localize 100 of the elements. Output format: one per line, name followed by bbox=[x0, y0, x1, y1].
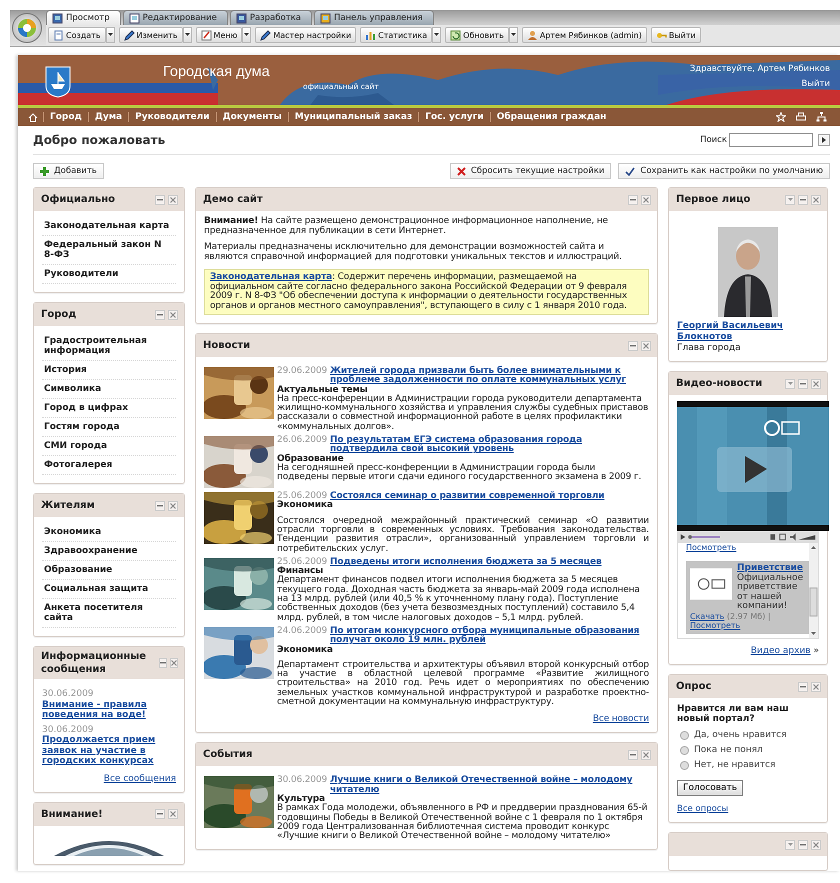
panel-title: Опрос bbox=[676, 680, 712, 694]
menu-link[interactable]: Город в цифрах bbox=[42, 399, 176, 418]
person-name-link[interactable]: Георгий Васильевич Блокнотов bbox=[677, 321, 819, 343]
menu-link[interactable]: СМИ города bbox=[42, 437, 176, 456]
nav-link[interactable]: Город bbox=[43, 112, 88, 122]
news-link[interactable]: По итогам конкурсного отбора муниципальные образования получат около 19 млн. рублей bbox=[330, 626, 649, 646]
toolbar-button[interactable]: Создать bbox=[48, 27, 106, 43]
toolbar-button[interactable]: Обновить bbox=[445, 27, 509, 43]
poll-question: Нравится ли вам наш новый портал? bbox=[677, 704, 790, 724]
option-label: Да, очень нравится bbox=[694, 730, 787, 740]
news-date: 24.06.2009 bbox=[277, 626, 328, 638]
panel-title: Первое лицо bbox=[676, 193, 750, 207]
news-text: На пресс-конференции в Администрации города руководители департамента жилищно-коммунального хозяйства и управления службы судебных приставов рассказали о совместной информационной работе в целях профилактики «коммунальных долгов». bbox=[277, 394, 649, 432]
news-link[interactable]: Жителей города призвали быть более внимательными к проблеме задолженности по оплате коммунальных услуг bbox=[330, 367, 649, 386]
toolbar-button[interactable]: Изменить bbox=[118, 27, 183, 43]
note-link[interactable]: Законодательная карта bbox=[210, 272, 332, 282]
app-tab[interactable]: Редактирование bbox=[122, 10, 228, 25]
panel-title: Информационные сообщения bbox=[41, 650, 148, 677]
separator: | bbox=[768, 612, 771, 620]
reset-settings-button[interactable]: Сбросить текущие настройки bbox=[450, 163, 612, 179]
add-button[interactable]: Добавить bbox=[33, 163, 104, 179]
news-date: 30.06.2009 bbox=[277, 776, 328, 788]
menu-link[interactable]: Федеральный закон N 8-ФЗ bbox=[42, 236, 176, 265]
news-text: На сегодняшней пресс-конференции в Администрации города были подведены первые итоги сдачи единого государственного экзамена в 2009 г. bbox=[277, 464, 642, 483]
panel-title: Новости bbox=[203, 339, 250, 353]
panel-title: Видео-новости bbox=[676, 377, 762, 391]
news-date: 25.06.2009 bbox=[277, 558, 328, 567]
nav-link[interactable]: Обращения граждан bbox=[490, 112, 612, 122]
panel-title: Жителям bbox=[41, 499, 95, 513]
nav-link[interactable]: Руководители bbox=[128, 112, 216, 122]
app-tab[interactable]: Панель управления bbox=[314, 10, 434, 25]
all-messages-link[interactable]: Все сообщения bbox=[104, 774, 176, 784]
logout-link[interactable]: Выйти bbox=[801, 79, 830, 89]
person-role: Глава города bbox=[677, 343, 742, 353]
app-tab[interactable]: Просмотр bbox=[46, 10, 121, 25]
app-tab[interactable]: Разработка bbox=[230, 10, 312, 25]
greeting-text: Здравствуйте, Артем Рябинков bbox=[690, 64, 830, 74]
news-date: 26.06.2009 bbox=[277, 436, 328, 448]
paragraph: Внимание! На сайте размещено демонстрационное информационное наполнение, не предназначенное для публикации в сети Интернет. bbox=[204, 217, 609, 236]
menu-link[interactable]: Законодательная карта bbox=[42, 217, 176, 236]
panel-title: Город bbox=[41, 308, 76, 322]
panel-title: Внимание! bbox=[41, 808, 103, 822]
nav-link[interactable]: Гос. услуги bbox=[418, 112, 490, 122]
video-title-link[interactable]: Приветствие bbox=[737, 563, 803, 573]
news-link[interactable]: Подведены итоги исполнения бюджета за 5 месяцев bbox=[330, 558, 602, 568]
toolbar-button[interactable]: Меню bbox=[196, 27, 242, 43]
menu-link[interactable]: Символика bbox=[42, 380, 176, 399]
news-link[interactable]: Лучшие книги о Великой Отечественной войне – молодому читателю bbox=[330, 776, 649, 795]
panel-title: Демо сайт bbox=[203, 193, 263, 207]
news-date: 29.06.2009 bbox=[277, 367, 328, 378]
message-link[interactable]: Продолжается прием заявок на участие в городских конкурсах bbox=[42, 735, 176, 766]
option-label: Нет, не нравится bbox=[694, 760, 776, 770]
news-text: Состоялся очередной межрайонный практический семинар «О развитии отрасли торговли в современных условиях. Требования законодательства. Тенденции развития отрасли», организованный управлением торговли и потребительских услуг. bbox=[277, 516, 649, 554]
video-archive-link[interactable]: Видео архив bbox=[750, 646, 811, 656]
toolbar-button[interactable]: Артем Рябинков (admin) bbox=[522, 27, 647, 43]
menu-link[interactable]: Экономика bbox=[42, 523, 176, 542]
menu-link[interactable]: История bbox=[42, 361, 176, 380]
menu-link[interactable]: Социальная защита bbox=[42, 580, 176, 599]
download-link[interactable]: Скачать bbox=[690, 612, 724, 620]
news-category: Экономика bbox=[277, 501, 334, 511]
watch-link[interactable]: Посмотреть bbox=[686, 543, 736, 552]
menu-link[interactable]: Фотогалерея bbox=[42, 456, 176, 475]
message-link[interactable]: Внимание - правила поведения на воде! bbox=[42, 700, 176, 720]
toolbar-button[interactable]: Статистика bbox=[360, 27, 432, 43]
toolbar-button[interactable]: Выйти bbox=[650, 27, 701, 43]
news-category: Образование bbox=[277, 454, 344, 464]
menu-link[interactable]: Анкета посетителя сайта bbox=[42, 599, 176, 628]
news-link[interactable]: Состоялся семинар о развитии современной торговли bbox=[330, 492, 604, 502]
watch-link[interactable]: Посмотреть bbox=[690, 621, 740, 630]
news-category: Актуальные темы bbox=[277, 386, 368, 395]
option-label: Пока не понял bbox=[694, 745, 763, 755]
panel-title: События bbox=[203, 748, 252, 762]
menu-link[interactable]: Образование bbox=[42, 561, 176, 580]
paragraph: Материалы предназначены исключительно для демонстрации возможностей сайта и являются справочной информацией для подготовки уникальных текстов и иллюстраций. bbox=[204, 243, 623, 262]
panel-title: Официально bbox=[41, 193, 116, 207]
video-description: Официальное приветствие от нашей компании! bbox=[737, 574, 804, 612]
nav-link[interactable]: Муниципальный заказ bbox=[288, 112, 418, 122]
message-date: 30.06.2009 bbox=[42, 724, 94, 734]
news-category: Культура bbox=[277, 794, 325, 804]
save-defaults-button[interactable]: Сохранить как настройки по умолчанию bbox=[618, 163, 830, 179]
nav-link[interactable]: Дума bbox=[88, 112, 128, 122]
vote-button[interactable]: Голосовать bbox=[677, 780, 744, 796]
all-news-link[interactable]: Все новости bbox=[592, 714, 649, 724]
news-link[interactable]: По результатам ЕГЭ система образования города подтвердила свой высокий уровень bbox=[330, 436, 649, 455]
search-label: Поиск bbox=[700, 135, 727, 145]
message-date: 30.06.2009 bbox=[42, 689, 94, 699]
menu-link[interactable]: Градостроительная информация bbox=[42, 332, 176, 361]
menu-link[interactable]: Здравоохранение bbox=[42, 542, 176, 561]
toolbar-button[interactable]: Мастер настройки bbox=[255, 27, 356, 43]
all-polls-link[interactable]: Все опросы bbox=[677, 804, 819, 814]
news-date: 25.06.2009 bbox=[277, 492, 328, 502]
page-title: Добро пожаловать bbox=[33, 133, 166, 147]
news-text: Департамент строительства и архитектуры объявил второй конкурсный отбор на участие в областной целевой программе «Развитие жилищного строительства» на 2010 год. Речь идет о мероприятиях по обеспечению земельных участков коммунальной инфраструктурой и разработке проектно-сметной документации на коммунальную инфраструктуру. bbox=[277, 660, 649, 708]
menu-link[interactable]: Руководители bbox=[42, 265, 176, 284]
more-arrow: » bbox=[813, 646, 819, 656]
nav-link[interactable]: Документы bbox=[216, 112, 288, 122]
news-text: Департамент финансов подвел итоги исполнения бюджета за 5 месяцев текущего года. Доходная часть бюджета за январь-май 2009 года исполнена на 13 млрд. рублей (или 40,5 % к уточненному плану года). Поступление собственных доходов (без учета безвозмездных поступлений) составило 5,4 млрд. рублей, в том числе налоговых доходов – 5,1 млрд. рублей. bbox=[277, 576, 641, 623]
news-text: В рамках Года молодежи, объявленного в РФ и преддверии празднования 65-й годовщины Победы в Великой Отечественной войне с 1 февраля по 1 октября 2009 года Централизованная библиотечная система проводит конкурс «Лучшие книги о Великой Отечественной войне – молодому читателю» bbox=[277, 804, 648, 842]
menu-link[interactable]: Гостям города bbox=[42, 418, 176, 437]
playlist-item[interactable]: Приветствие Официальное приветствие от нашей компании! Скачать (2.97 Мб) | Посмотреть bbox=[686, 561, 809, 634]
